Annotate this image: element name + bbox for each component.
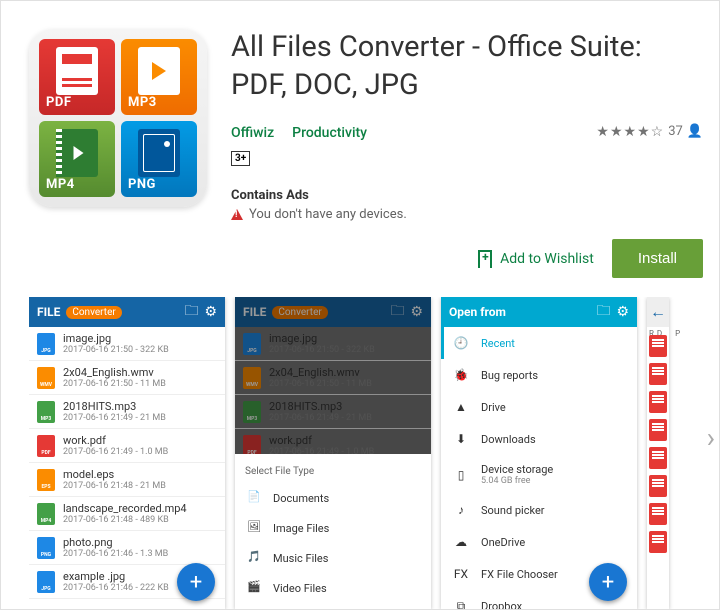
screenshot-3[interactable]: Open from 🗀 ⚙ 🕘Recent 🐞Bug reports▲Drive…: [441, 297, 637, 609]
contains-ads-label: Contains Ads: [231, 188, 703, 203]
open-from-item[interactable]: ♪Sound picker: [441, 494, 637, 526]
screenshot-1[interactable]: FILE Converter 🗀 ⚙ image.jpg2017-06-16 2…: [29, 297, 225, 609]
content-rating-badge: 3+: [231, 151, 250, 166]
screenshot-4[interactable]: ← RD P: [647, 297, 669, 609]
sheet-item[interactable]: 🖼Image Files: [235, 513, 431, 543]
open-from-item[interactable]: ▯Device storage5.04 GB free: [441, 455, 637, 494]
gear-icon: ⚙: [204, 304, 217, 320]
file-type-sheet: Select File Type 📄Documents🖼Image Files🎵…: [235, 454, 431, 609]
file-icon: [37, 469, 55, 491]
folder-icon: 🗀: [596, 300, 610, 324]
screenshot-2[interactable]: FILE Converter 🗀 ⚙ image.jpg2017-06-16 2…: [235, 297, 431, 609]
file-icon: [37, 537, 55, 559]
open-from-item[interactable]: ⬇Downloads: [441, 423, 637, 455]
sheet-item[interactable]: 📄Documents: [235, 483, 431, 513]
app-title: All Files Converter - Office Suite: PDF,…: [231, 29, 703, 104]
category-link[interactable]: Productivity: [292, 125, 367, 141]
developer-link[interactable]: Offiwiz: [231, 125, 274, 141]
open-from-item[interactable]: ▲Drive: [441, 391, 637, 423]
folder-icon: 🗀: [184, 300, 198, 324]
file-icon: [243, 333, 261, 355]
file-row[interactable]: 2018HITS.mp32017-06-16 21:49 - 21 MB: [29, 395, 225, 429]
file-row[interactable]: 2x04_English.wmv2017-06-16 21:50 - 11 MB: [29, 361, 225, 395]
file-icon: [243, 367, 261, 389]
no-devices-warning: You don't have any devices.: [231, 207, 703, 222]
add-to-wishlist-button[interactable]: Add to Wishlist: [478, 250, 594, 268]
warning-icon: [231, 209, 243, 220]
gear-icon: ⚙: [410, 304, 423, 320]
carousel-next-button[interactable]: ›: [707, 421, 715, 454]
file-row[interactable]: model.eps2017-06-16 21:48 - 21 MB: [29, 463, 225, 497]
file-row[interactable]: 2x04_English.wmv2017-06-16 21:50 - 11 MB: [235, 361, 431, 395]
bookmark-add-icon: [478, 250, 492, 268]
install-button[interactable]: Install: [612, 239, 703, 278]
file-icon: [37, 401, 55, 423]
file-icon: [37, 503, 55, 525]
file-icon: [243, 401, 261, 423]
file-icon: [37, 333, 55, 355]
back-icon: ←: [647, 297, 669, 327]
star-icon: ★★★★☆: [596, 124, 664, 140]
fab-add-button[interactable]: +: [589, 563, 627, 601]
file-icon: [37, 571, 55, 593]
person-icon: 👤: [687, 124, 703, 139]
file-icon: [37, 435, 55, 457]
fab-add-button[interactable]: +: [177, 563, 215, 601]
sheet-item[interactable]: 🎵Music Files: [235, 543, 431, 573]
open-from-item[interactable]: ☁OneDrive: [441, 526, 637, 558]
file-row[interactable]: image.jpg2017-06-16 21:50 - 322 KB: [29, 327, 225, 361]
screenshot-carousel[interactable]: FILE Converter 🗀 ⚙ image.jpg2017-06-16 2…: [29, 297, 719, 609]
file-row[interactable]: landscape_recorded.mp42017-06-16 21:48 -…: [29, 497, 225, 531]
file-row[interactable]: photo.png2017-06-16 21:46 - 1.3 MB: [29, 531, 225, 565]
file-row[interactable]: image.jpg2017-06-16 21:50 - 322 KB: [235, 327, 431, 361]
sheet-item[interactable]: 🎬Video Files: [235, 573, 431, 603]
file-row[interactable]: work.pdf2017-06-16 21:49 - 1.0 MB: [29, 429, 225, 463]
rating[interactable]: ★★★★☆ 37 👤: [596, 124, 703, 140]
file-row[interactable]: 2018HITS.mp32017-06-16 21:49 - 21 MB: [235, 395, 431, 429]
clock-icon: 🕘: [453, 335, 469, 351]
folder-icon: 🗀: [390, 300, 404, 324]
open-from-item[interactable]: 🐞Bug reports: [441, 359, 637, 391]
file-icon: [37, 367, 55, 389]
gear-icon: ⚙: [616, 304, 629, 320]
app-icon: PDF MP3 MP4 PNG: [29, 29, 207, 207]
